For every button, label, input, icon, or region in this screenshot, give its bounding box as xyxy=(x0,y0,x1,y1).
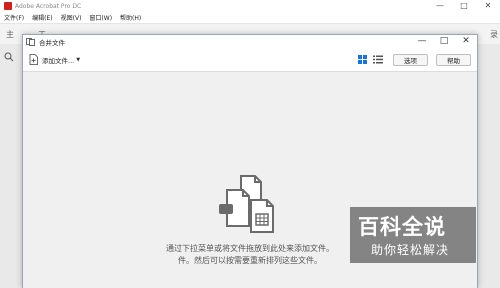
chevron-down-icon: ▼ xyxy=(76,56,81,63)
add-file-icon xyxy=(29,54,38,65)
app-title: Adobe Acrobat Pro DC xyxy=(15,2,82,10)
add-files-dropdown[interactable]: 添加文件... ▼ xyxy=(29,54,80,65)
list-view-icon[interactable] xyxy=(373,55,383,64)
help-button[interactable]: 帮助 xyxy=(436,53,471,66)
dialog-close-button[interactable]: ✕ xyxy=(455,35,477,48)
app-close-button[interactable]: ✕ xyxy=(476,0,500,12)
view-buttons: 选项 帮助 xyxy=(358,53,471,66)
acrobat-logo-icon xyxy=(4,2,12,10)
tab-home[interactable]: 主 xyxy=(6,29,14,40)
watermark-subtitle: 助你轻松解决 xyxy=(371,243,450,257)
app-minimize-button[interactable]: — xyxy=(428,0,452,12)
menu-edit[interactable]: 编辑(E) xyxy=(28,13,56,22)
options-button[interactable]: 选项 xyxy=(393,53,428,66)
watermark-title: 百科全说 xyxy=(358,215,446,239)
dialog-window-controls: — □ ✕ xyxy=(411,35,477,48)
dialog-toolbar: 添加文件... ▼ 选项 帮助 xyxy=(23,48,477,72)
app-titlebar: Adobe Acrobat Pro DC — □ ✕ xyxy=(0,0,500,12)
menu-window[interactable]: 窗口(W) xyxy=(85,13,116,22)
combine-files-icon xyxy=(26,37,35,46)
dialog-maximize-button[interactable]: □ xyxy=(433,35,455,48)
combine-documents-icon xyxy=(219,175,274,233)
dialog-title: 合并文件 xyxy=(39,38,65,47)
search-icon[interactable] xyxy=(4,52,14,62)
dialog-minimize-button[interactable]: — xyxy=(411,35,433,48)
dialog-titlebar: 合并文件 — □ ✕ xyxy=(23,35,477,48)
menu-help[interactable]: 帮助(H) xyxy=(116,13,145,22)
app-window-controls: — □ ✕ xyxy=(428,0,500,12)
app-maximize-button[interactable]: □ xyxy=(452,0,476,12)
tab-partial-right[interactable]: 录 xyxy=(490,29,498,40)
thumbnail-view-icon[interactable] xyxy=(358,55,367,64)
app-menubar: 文件(F) 编辑(E) 视图(V) 窗口(W) 帮助(H) xyxy=(0,12,500,24)
menu-file[interactable]: 文件(F) xyxy=(0,13,28,22)
watermark: 百科全说 助你轻松解决 xyxy=(350,207,476,263)
add-files-label: 添加文件... xyxy=(42,56,75,65)
menu-view[interactable]: 视图(V) xyxy=(57,13,86,22)
